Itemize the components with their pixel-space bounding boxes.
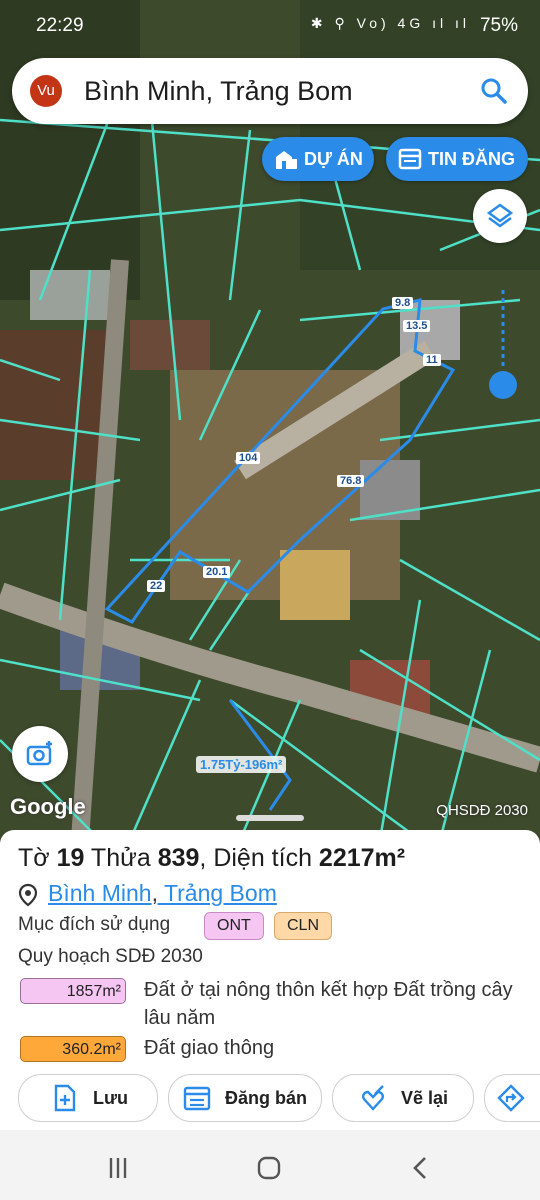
plot-prefix: Thửa: [84, 844, 158, 872]
post-sale-button[interactable]: Đăng bán: [168, 1074, 322, 1122]
directions-icon: [497, 1084, 525, 1112]
sheet-drag-handle[interactable]: [236, 815, 304, 821]
status-icons: ✱ ⚲ Vo) 4G ıl ıl: [310, 15, 470, 31]
area-prefix: , Diện tích: [199, 844, 319, 872]
purpose-tag-ont: ONT: [204, 912, 264, 940]
zone-area-badge: 1857m²: [20, 978, 126, 1004]
add-photo-icon: [26, 741, 52, 766]
search-bar[interactable]: Vu Bình Minh, Trảng Bom: [12, 58, 528, 124]
layers-icon: [486, 203, 514, 228]
directions-button[interactable]: [484, 1074, 540, 1122]
save-button-label: Lưu: [93, 1088, 129, 1108]
battery-level: 75%: [479, 15, 518, 36]
building-icon: [276, 151, 297, 169]
add-file-icon: [54, 1084, 76, 1112]
layers-button[interactable]: [473, 189, 527, 243]
satellite-map[interactable]: [0, 0, 540, 840]
edge-length-label: 20.1: [203, 566, 231, 578]
plot-number: 839: [157, 844, 200, 872]
edge-length-label: 13.5: [403, 320, 431, 332]
google-logo: Google: [10, 794, 86, 819]
redraw-button-label: Vẽ lại: [401, 1088, 449, 1108]
listing-price-label[interactable]: 1.75Tỷ-196m²: [196, 756, 287, 773]
edge-length-label: 22: [147, 580, 166, 592]
edge-length-label: 76.8: [337, 475, 365, 487]
edge-length-label: 11: [423, 354, 441, 366]
ward-link[interactable]: Bình Minh: [48, 880, 152, 906]
search-input[interactable]: Bình Minh, Trảng Bom: [84, 76, 353, 107]
zone-description: Đất ở tại nông thôn kết hợp Đất trồng câ…: [144, 979, 513, 1029]
parcel-title: Tờ 19 Thửa 839, Diện tích 2217m²: [18, 844, 405, 873]
purpose-label: Mục đích sử dụng: [18, 914, 171, 935]
map-slider-handle[interactable]: [489, 371, 517, 399]
post-sale-button-label: Đăng bán: [225, 1088, 308, 1108]
map-view[interactable]: 9.8 13.5 11 104 76.8 20.1 22 1.75Tỷ-196m…: [0, 0, 540, 840]
location-separator: ,: [151, 880, 164, 906]
project-button[interactable]: DỰ ÁN: [262, 137, 374, 181]
district-link[interactable]: Trảng Bom: [164, 880, 277, 906]
plan-label: Quy hoạch SDĐ 2030: [18, 946, 203, 967]
system-nav-bar: [0, 1130, 540, 1200]
edge-length-label: 104: [236, 452, 261, 464]
redraw-pen-icon: [362, 1085, 384, 1111]
layer-label: QHSDĐ 2030: [436, 802, 528, 819]
avatar[interactable]: Vu: [30, 75, 62, 107]
back-icon[interactable]: [410, 1155, 430, 1181]
camera-button[interactable]: [12, 726, 68, 782]
sheet-prefix: Tờ: [18, 844, 57, 872]
save-button[interactable]: Lưu: [18, 1074, 158, 1122]
search-icon[interactable]: [480, 77, 508, 105]
listing-icon: [398, 148, 422, 170]
purpose-tag-cln: CLN: [274, 912, 333, 940]
calendar-list-icon: [183, 1086, 211, 1111]
sheet-number: 19: [56, 844, 85, 872]
home-icon[interactable]: [256, 1155, 282, 1181]
listings-button[interactable]: TIN ĐĂNG: [386, 137, 528, 181]
listings-button-label: TIN ĐĂNG: [428, 149, 515, 169]
project-button-label: DỰ ÁN: [304, 149, 363, 169]
redraw-button[interactable]: Vẽ lại: [332, 1074, 474, 1122]
status-time: 22:29: [36, 15, 84, 36]
zone-area-badge: 360.2m²: [20, 1036, 126, 1062]
parcel-area: 2217m²: [318, 844, 406, 872]
parcel-info-sheet: Tờ 19 Thửa 839, Diện tích 2217m² Bình Mi…: [0, 830, 540, 1130]
location-pin-icon: [18, 883, 38, 907]
zone-description: Đất giao thông: [144, 1037, 275, 1059]
status-bar: 22:29 ✱ ⚲ Vo) 4G ıl ıl 75%: [0, 0, 540, 52]
edge-length-label: 9.8: [392, 297, 414, 309]
recent-apps-icon[interactable]: [106, 1156, 130, 1180]
action-bar: Lưu Đăng bán Vẽ lại: [0, 1074, 540, 1126]
location-links: Bình Minh, Trảng Bom: [48, 880, 277, 907]
